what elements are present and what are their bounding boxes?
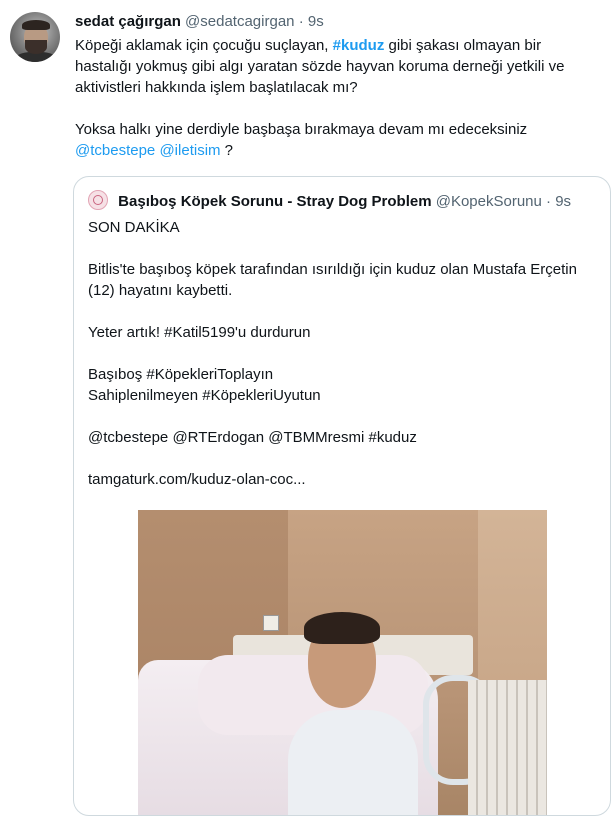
quoted-tweet[interactable]: Başıboş Köpek Sorunu - Stray Dog Problem…	[73, 176, 611, 816]
photo-boy-shirt	[288, 710, 418, 815]
quoted-tweet-time[interactable]: 9s	[555, 193, 571, 210]
quote-line: SON DAKİKA	[88, 219, 180, 236]
tweet-text-part: Köpeği aklamak için çocuğu suçlayan,	[75, 37, 333, 54]
tweet-paragraph-2: Yoksa halkı yine derdiyle başbaşa bırakm…	[75, 119, 600, 161]
separator-dot: ·	[546, 193, 552, 210]
quoted-author-handle[interactable]: @KopekSorunu	[436, 193, 542, 210]
quote-line: Bitlis'te başıboş köpek tarafından ısırı…	[88, 261, 577, 299]
quote-line: @tcbestepe @RTErdogan @TBMMresmi #kuduz	[88, 429, 417, 446]
tweet-time[interactable]: 9s	[308, 13, 324, 30]
tweet-text-part: Yoksa halkı yine derdiyle başbaşa bırakm…	[75, 121, 528, 138]
quote-line: Yeter artık! #Katil5199'u durdurun	[88, 324, 311, 341]
quoted-tweet-text: SON DAKİKA Bitlis'te başıboş köpek taraf…	[88, 217, 588, 490]
tweet-text: Köpeği aklamak için çocuğu suçlayan, #ku…	[75, 35, 600, 161]
photo-socket	[263, 615, 279, 631]
quoted-tweet-header: Başıboş Köpek Sorunu - Stray Dog Problem…	[88, 190, 571, 212]
author-handle[interactable]: @sedatcagirgan	[185, 13, 294, 30]
separator-dot: ·	[298, 13, 304, 30]
avatar-beard	[25, 40, 47, 54]
quote-line: Sahiplenilmeyen #KöpekleriUyutun	[88, 387, 321, 404]
author-name[interactable]: sedat çağırgan	[75, 13, 181, 30]
mention-iletisim[interactable]: @iletisim	[159, 142, 220, 159]
hashtag-kuduz[interactable]: #kuduz	[333, 37, 385, 54]
quote-link[interactable]: tamgaturk.com/kuduz-olan-coc...	[88, 469, 588, 490]
mention-tcbestepe[interactable]: @tcbestepe	[75, 142, 155, 159]
tweet-header: sedat çağırgan @sedatcagirgan · 9s	[75, 13, 324, 31]
quoted-author-avatar[interactable]	[88, 190, 108, 210]
tweet-paragraph-1: Köpeği aklamak için çocuğu suçlayan, #ku…	[75, 35, 600, 98]
quoted-tweet-photo[interactable]	[138, 510, 547, 815]
avatar-hair	[22, 20, 50, 30]
photo-boy-hair	[304, 612, 380, 644]
photo-radiator	[468, 680, 547, 815]
author-avatar[interactable]	[10, 12, 60, 62]
quote-line: Başıboş #KöpekleriToplayın	[88, 366, 274, 383]
quoted-author-name[interactable]: Başıboş Köpek Sorunu - Stray Dog Problem	[118, 193, 431, 210]
tweet-text-part: ?	[220, 142, 234, 159]
